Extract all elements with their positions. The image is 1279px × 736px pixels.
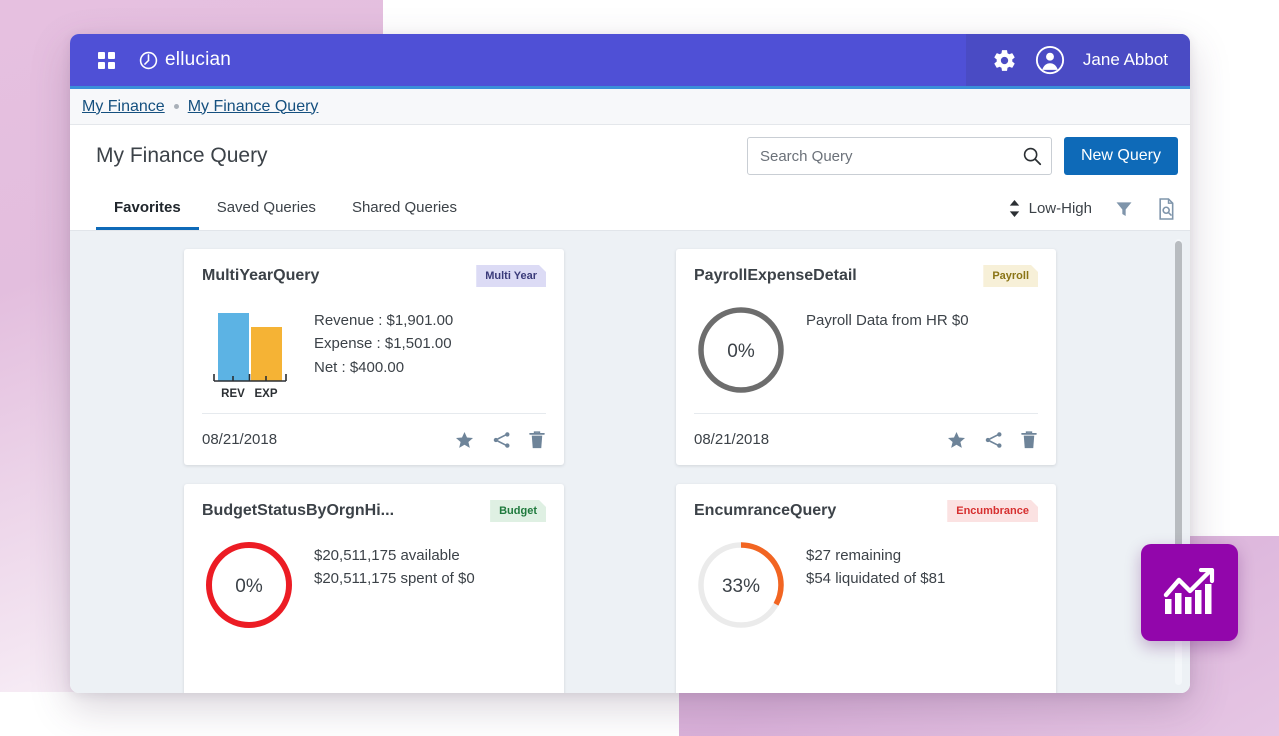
document-search-icon[interactable]: [1156, 198, 1176, 220]
user-avatar-icon[interactable]: [1035, 45, 1065, 75]
gear-icon[interactable]: [992, 48, 1017, 73]
budget-progress-donut: 0%: [202, 538, 296, 632]
share-icon[interactable]: [983, 430, 1004, 450]
user-name[interactable]: Jane Abbot: [1083, 50, 1168, 70]
query-card-budgetstatusbyorgnhierarchy[interactable]: BudgetStatusByOrgnHi... Budget 0% $20,51…: [184, 484, 564, 693]
tab-favorites[interactable]: Favorites: [96, 187, 199, 230]
search-query-box: [747, 137, 1052, 175]
top-navigation-bar: ellucian Jane Abbot: [70, 34, 1190, 89]
sort-updown-icon: [1007, 199, 1022, 218]
tabs-bar: Favorites Saved Queries Shared Queries L…: [70, 187, 1190, 231]
stat-liquidated: $54 liquidated of $81: [806, 567, 1038, 590]
card-visual-donut: 0%: [694, 303, 788, 397]
bar-exp: [251, 327, 282, 381]
breadcrumb-item-my-finance-query[interactable]: My Finance Query: [188, 98, 319, 116]
breadcrumb: My Finance My Finance Query: [70, 89, 1190, 125]
bar-label-rev: REV: [221, 388, 245, 400]
stat-revenue: Revenue : $1,901.00: [314, 309, 546, 332]
stat-payroll-data: Payroll Data from HR $0: [806, 309, 1038, 332]
card-body: REV EXP Revenue : $1,901.00 Expense : $1…: [202, 287, 546, 403]
app-grid-icon[interactable]: [98, 52, 115, 69]
card-date: 08/21/2018: [694, 431, 769, 448]
card-title: MultiYearQuery: [202, 265, 319, 285]
payroll-progress-donut: 0%: [694, 303, 788, 397]
new-query-button[interactable]: New Query: [1064, 137, 1178, 175]
card-title: BudgetStatusByOrgnHi...: [202, 500, 394, 520]
revenue-expense-bar-chart: REV EXP: [208, 303, 290, 403]
query-card-multiyearquery[interactable]: MultiYearQuery Multi Year REV EXP: [184, 249, 564, 465]
brand-name: ellucian: [165, 49, 231, 71]
card-stats: Payroll Data from HR $0: [806, 303, 1038, 332]
stat-remaining: $27 remaining: [806, 544, 1038, 567]
card-date: 08/21/2018: [202, 431, 277, 448]
card-stats: $27 remaining $54 liquidated of $81: [806, 538, 1038, 591]
sort-control[interactable]: Low-High: [1007, 199, 1092, 218]
card-badge: Multi Year: [476, 265, 546, 287]
query-card-encumrancequery[interactable]: EncumranceQuery Encumbrance 33% $27 rema…: [676, 484, 1056, 693]
card-visual-donut: 0%: [202, 538, 296, 632]
stat-spent: $20,511,175 spent of $0: [314, 567, 546, 590]
breadcrumb-item-my-finance[interactable]: My Finance: [82, 98, 165, 116]
card-body: 0% $20,511,175 available $20,511,175 spe…: [202, 522, 546, 632]
card-visual-donut: 33%: [694, 538, 788, 632]
tabs-list: Favorites Saved Queries Shared Queries: [96, 187, 1007, 230]
page-title: My Finance Query: [96, 144, 735, 168]
favorite-star-icon[interactable]: [454, 430, 475, 450]
query-card-payrollexpensedetail[interactable]: PayrollExpenseDetail Payroll 0% Payroll …: [676, 249, 1056, 465]
search-input[interactable]: [747, 137, 1052, 175]
content-scrollbar-thumb[interactable]: [1175, 241, 1182, 571]
filter-funnel-icon[interactable]: [1114, 199, 1134, 219]
finance-chart-app-tile[interactable]: [1141, 544, 1238, 641]
favorite-star-icon[interactable]: [946, 430, 967, 450]
card-actions: [946, 430, 1038, 450]
app-window: ellucian Jane Abbot My Finance My Financ…: [70, 34, 1190, 693]
card-actions: [454, 430, 546, 450]
stat-expense: Expense : $1,501.00: [314, 332, 546, 355]
bar-label-exp: EXP: [254, 388, 277, 400]
brand: ellucian: [139, 49, 231, 71]
card-header: MultiYearQuery Multi Year: [202, 265, 546, 287]
card-title: PayrollExpenseDetail: [694, 265, 857, 285]
tab-shared-queries[interactable]: Shared Queries: [334, 187, 475, 230]
card-header: EncumranceQuery Encumbrance: [694, 500, 1038, 522]
card-body: 0% Payroll Data from HR $0: [694, 287, 1038, 397]
card-body: 33% $27 remaining $54 liquidated of $81: [694, 522, 1038, 632]
card-header: PayrollExpenseDetail Payroll: [694, 265, 1038, 287]
card-badge: Encumbrance: [947, 500, 1038, 522]
card-badge: Payroll: [983, 265, 1038, 287]
card-stats: $20,511,175 available $20,511,175 spent …: [314, 538, 546, 591]
ellucian-logo-icon: [139, 51, 158, 70]
page-title-bar: My Finance Query New Query: [70, 125, 1190, 187]
card-footer: 08/21/2018: [202, 413, 546, 465]
search-icon[interactable]: [1021, 145, 1043, 167]
query-cards-area: MultiYearQuery Multi Year REV EXP: [70, 231, 1190, 693]
card-visual-bar-chart: REV EXP: [202, 303, 296, 403]
breadcrumb-separator-dot: [174, 104, 179, 109]
encumbrance-progress-donut: 33%: [694, 538, 788, 632]
share-icon[interactable]: [491, 430, 512, 450]
query-cards-grid: MultiYearQuery Multi Year REV EXP: [70, 249, 1190, 693]
stat-available: $20,511,175 available: [314, 544, 546, 567]
delete-trash-icon[interactable]: [528, 430, 546, 450]
card-stats: Revenue : $1,901.00 Expense : $1,501.00 …: [314, 303, 546, 379]
card-header: BudgetStatusByOrgnHi... Budget: [202, 500, 546, 522]
bar-rev: [218, 313, 249, 381]
sort-label: Low-High: [1029, 200, 1092, 217]
card-title: EncumranceQuery: [694, 500, 836, 520]
donut-percent-label: 0%: [727, 341, 755, 362]
donut-percent-label: 33%: [722, 576, 760, 597]
tabs-tools: Low-High: [1007, 187, 1176, 230]
stat-net: Net : $400.00: [314, 356, 546, 379]
topbar-right-section: Jane Abbot: [966, 34, 1190, 86]
tab-saved-queries[interactable]: Saved Queries: [199, 187, 334, 230]
delete-trash-icon[interactable]: [1020, 430, 1038, 450]
topbar-left-section: ellucian: [70, 34, 966, 86]
card-footer: 08/21/2018: [694, 413, 1038, 465]
finance-chart-app-icon: [1163, 568, 1217, 618]
donut-percent-label: 0%: [235, 576, 263, 597]
card-badge: Budget: [490, 500, 546, 522]
